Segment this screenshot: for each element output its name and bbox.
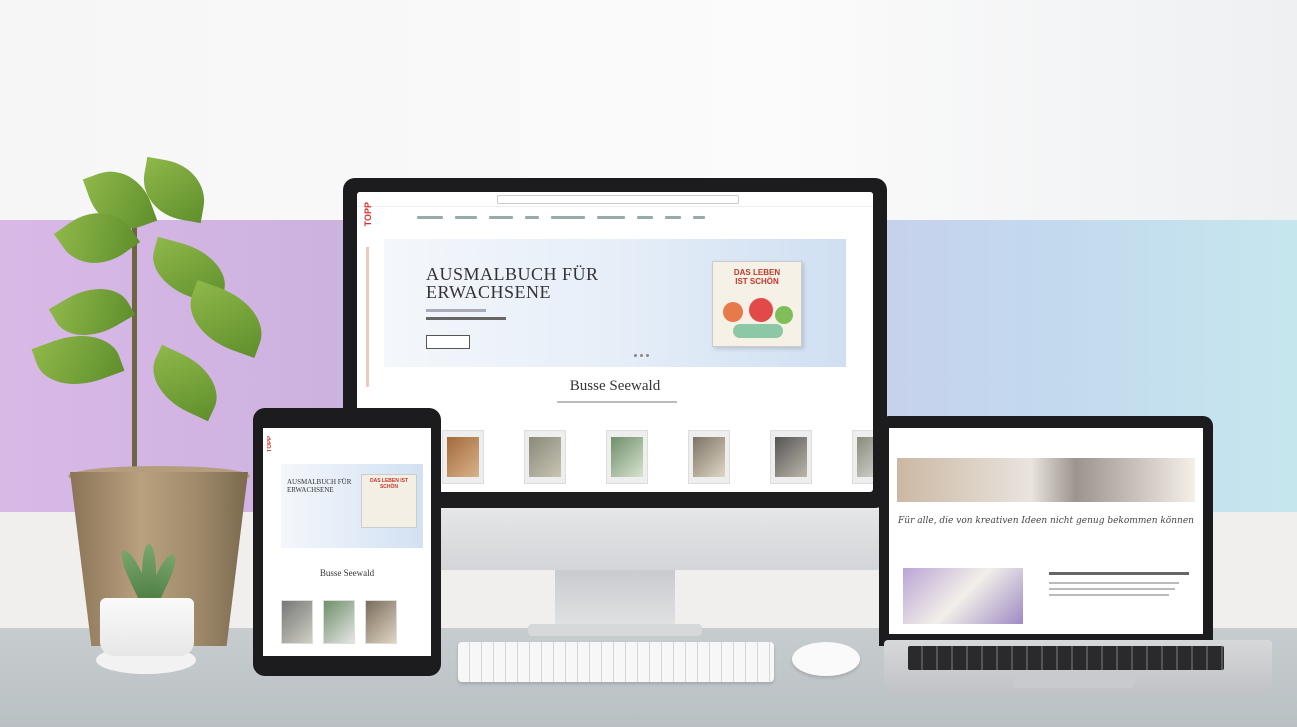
flower-illustration [723, 302, 743, 322]
brand-title: Busse Seewald [569, 378, 661, 394]
desktop-mouse [792, 642, 860, 676]
nav-item[interactable] [525, 216, 539, 219]
product-card[interactable] [524, 430, 566, 484]
flower-illustration [775, 306, 793, 324]
product-card[interactable] [281, 600, 313, 644]
nav-item[interactable] [551, 216, 585, 219]
nav-item[interactable] [665, 216, 681, 219]
blog-text-line [1049, 588, 1175, 590]
product-card[interactable] [688, 430, 730, 484]
tablet-screen: TOPP AUSMALBUCH FÜR ERWACHSENE DAS LEBEN… [263, 428, 431, 656]
blog-text-line [1049, 594, 1169, 596]
product-card[interactable] [770, 430, 812, 484]
product-card[interactable] [442, 430, 484, 484]
carousel-dots[interactable] [634, 354, 649, 357]
monitor-stand [555, 570, 675, 630]
hero-headline: AUSMALBUCH FÜR ERWACHSENE [287, 478, 352, 494]
book-title: DAS LEBEN IST SCHÖN [733, 268, 781, 286]
search-input[interactable] [497, 195, 739, 204]
nav-item[interactable] [489, 216, 513, 219]
site-topbar [357, 192, 873, 207]
book-title: DAS LEBEN IST SCHÖN [369, 478, 409, 490]
laptop-screen: Für alle, die von kreativen Ideen nicht … [889, 428, 1203, 634]
product-card[interactable] [852, 430, 873, 484]
tablet-device: TOPP AUSMALBUCH FÜR ERWACHSENE DAS LEBEN… [253, 408, 441, 676]
tagline: Für alle, die von kreativen Ideen nicht … [898, 516, 1194, 526]
hero-subline [426, 309, 486, 312]
hero-banner[interactable]: AUSMALBUCH FÜR ERWACHSENE DAS LEBEN IST … [281, 464, 423, 548]
laptop-trackpad [1014, 674, 1134, 688]
nav-item[interactable] [417, 216, 443, 219]
product-row [281, 600, 397, 644]
hero-cta-button[interactable] [426, 335, 470, 349]
product-mockup-scene: TOPP AUSMALBUCH FÜR ERWACHSENE DAS LEBEN… [0, 0, 1297, 727]
nav-item[interactable] [597, 216, 625, 219]
brand-title: Busse Seewald [319, 568, 375, 578]
blog-text-line [1049, 582, 1179, 584]
flower-illustration [733, 324, 783, 338]
nav-item[interactable] [637, 216, 653, 219]
laptop-keyboard [908, 646, 1224, 670]
product-card[interactable] [323, 600, 355, 644]
logo-text: TOPP [267, 436, 273, 453]
product-card[interactable] [365, 600, 397, 644]
topp-logo: TOPP [267, 436, 273, 452]
hero-headline: AUSMALBUCH FÜR ERWACHSENE [426, 264, 599, 302]
succulent-pot [100, 598, 194, 656]
blog-image[interactable] [903, 568, 1023, 624]
topp-logo: TOPP [363, 202, 373, 242]
hero-subline [426, 317, 506, 320]
blog-heading [1049, 572, 1189, 575]
flower-illustration [749, 298, 773, 322]
hero-book-cover[interactable]: DAS LEBEN IST SCHÖN [712, 261, 802, 347]
logo-text: TOPP [362, 202, 373, 227]
brand-accent-line [366, 247, 369, 387]
main-navigation [417, 216, 705, 219]
laptop-lid: Für alle, die von kreativen Ideen nicht … [879, 416, 1213, 646]
nav-item[interactable] [455, 216, 477, 219]
hero-book-cover[interactable]: DAS LEBEN IST SCHÖN [361, 474, 417, 528]
product-row [442, 430, 873, 484]
monitor-stand-base [528, 624, 702, 636]
product-card[interactable] [606, 430, 648, 484]
header-photo [897, 458, 1195, 502]
desktop-keyboard [458, 642, 774, 682]
nav-item[interactable] [693, 216, 705, 219]
hero-banner[interactable]: AUSMALBUCH FÜR ERWACHSENE DAS LEBEN IST … [384, 239, 846, 367]
brand-subline [557, 401, 677, 403]
